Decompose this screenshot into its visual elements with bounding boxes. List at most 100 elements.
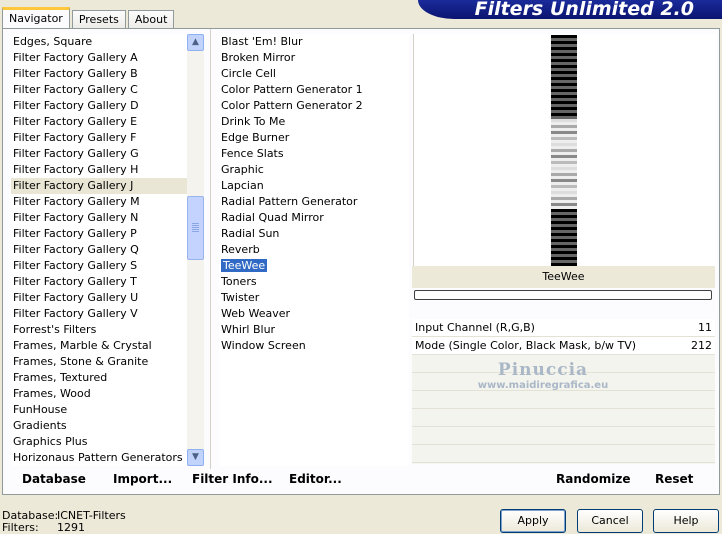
filter-item[interactable]: Circle Cell: [219, 66, 409, 82]
param-row-empty: [412, 409, 715, 427]
preview-filter-name: TeeWee: [412, 266, 715, 288]
filter-item-label: Radial Quad Mirror: [221, 211, 324, 224]
navigator-panel: Edges, Square Filter Factory Gallery A Fil…: [2, 28, 720, 495]
filters-count: 1291: [57, 521, 85, 534]
param-row[interactable]: Mode (Single Color, Black Mask, b/w TV) …: [412, 337, 715, 355]
filter-item[interactable]: Radial Sun: [219, 226, 409, 242]
cancel-button[interactable]: Cancel: [577, 509, 643, 533]
divider: [210, 29, 211, 469]
filter-item-label: Twister: [221, 291, 260, 304]
filter-item[interactable]: Web Weaver: [219, 306, 409, 322]
import-button[interactable]: Import...: [113, 472, 172, 486]
filter-item-label: Radial Sun: [221, 227, 280, 240]
category-list[interactable]: Edges, Square Filter Factory Gallery A Fil…: [11, 34, 187, 466]
category-item[interactable]: Gradients: [11, 418, 187, 434]
tab-about[interactable]: About: [127, 10, 175, 29]
help-button[interactable]: Help: [653, 509, 719, 533]
filter-item-label: Radial Pattern Generator: [221, 195, 358, 208]
filter-item-label: Drink To Me: [221, 115, 286, 128]
category-item[interactable]: Horizonaus Pattern Generators: [11, 450, 187, 466]
param-row[interactable]: Input Channel (R,G,B) 11: [412, 319, 715, 337]
reset-button[interactable]: Reset: [655, 472, 693, 486]
filter-item[interactable]: TeeWee: [219, 258, 409, 274]
category-item[interactable]: Graphics Plus: [11, 434, 187, 450]
filter-item-label: Color Pattern Generator 1: [221, 83, 363, 96]
scroll-thumb[interactable]: [187, 196, 204, 260]
category-item[interactable]: Filter Factory Gallery F: [11, 130, 187, 146]
filter-item[interactable]: Fence Slats: [219, 146, 409, 162]
filter-item-label: Edge Burner: [221, 131, 290, 144]
filter-item[interactable]: Twister: [219, 290, 409, 306]
filter-item[interactable]: Whirl Blur: [219, 322, 409, 338]
scroll-down-button[interactable]: ▼: [187, 449, 204, 466]
filter-item[interactable]: Broken Mirror: [219, 50, 409, 66]
category-item[interactable]: Filter Factory Gallery V: [11, 306, 187, 322]
tab-strip: Navigator Presets About: [2, 7, 176, 29]
param-value: 212: [691, 339, 712, 352]
category-item[interactable]: Filter Factory Gallery T: [11, 274, 187, 290]
apply-button[interactable]: Apply: [500, 509, 566, 533]
tab-presets[interactable]: Presets: [71, 10, 126, 29]
filter-item-label: Lapcian: [221, 179, 264, 192]
category-item[interactable]: FunHouse: [11, 402, 187, 418]
category-item[interactable]: Filter Factory Gallery H: [11, 162, 187, 178]
category-item[interactable]: Frames, Wood: [11, 386, 187, 402]
filter-item-label: Reverb: [221, 243, 260, 256]
param-label: Mode (Single Color, Black Mask, b/w TV): [415, 339, 637, 352]
filter-item[interactable]: Lapcian: [219, 178, 409, 194]
category-item[interactable]: Filter Factory Gallery P: [11, 226, 187, 242]
filter-info-button[interactable]: Filter Info...: [192, 472, 273, 486]
filter-item-label: Blast 'Em! Blur: [221, 35, 303, 48]
filter-item[interactable]: Window Screen: [219, 338, 409, 354]
filter-item[interactable]: Blast 'Em! Blur: [219, 34, 409, 50]
category-item[interactable]: Filter Factory Gallery Q: [11, 242, 187, 258]
filter-item[interactable]: Radial Pattern Generator: [219, 194, 409, 210]
category-item[interactable]: Frames, Stone & Granite: [11, 354, 187, 370]
category-item[interactable]: Frames, Marble & Crystal: [11, 338, 187, 354]
category-item[interactable]: Forrest's Filters: [11, 322, 187, 338]
category-item[interactable]: Filter Factory Gallery M: [11, 194, 187, 210]
category-item[interactable]: Filter Factory Gallery U: [11, 290, 187, 306]
param-label: Input Channel (R,G,B): [415, 321, 535, 334]
param-value: 11: [698, 321, 712, 334]
filter-item[interactable]: Graphic: [219, 162, 409, 178]
category-item[interactable]: Filter Factory Gallery E: [11, 114, 187, 130]
filter-item-label: Circle Cell: [221, 67, 276, 80]
app-title-banner: Filters Unlimited 2.0: [418, 0, 722, 19]
filter-item[interactable]: Reverb: [219, 242, 409, 258]
filter-item[interactable]: Color Pattern Generator 1: [219, 82, 409, 98]
category-item[interactable]: Filter Factory Gallery A: [11, 50, 187, 66]
filter-item[interactable]: Color Pattern Generator 2: [219, 98, 409, 114]
category-item[interactable]: Filter Factory Gallery J: [11, 178, 187, 194]
database-button[interactable]: Database: [22, 472, 86, 486]
watermark-name: Pinuccia: [497, 360, 589, 380]
filter-item-label: Graphic: [221, 163, 264, 176]
filter-item[interactable]: Toners: [219, 274, 409, 290]
category-item[interactable]: Filter Factory Gallery C: [11, 82, 187, 98]
preview-image: [551, 35, 577, 267]
scroll-up-button[interactable]: ▲: [187, 34, 204, 51]
filter-item[interactable]: Drink To Me: [219, 114, 409, 130]
tab-navigator[interactable]: Navigator: [2, 7, 70, 29]
randomize-button[interactable]: Randomize: [556, 472, 630, 486]
filter-list[interactable]: Blast 'Em! Blur Broken Mirror Circle Cell C…: [219, 34, 409, 466]
watermark-url: www.maidiregrafica.eu: [477, 380, 609, 391]
category-item[interactable]: Filter Factory Gallery B: [11, 66, 187, 82]
filter-item-label: Toners: [221, 275, 257, 288]
param-row-empty: [412, 427, 715, 445]
category-item[interactable]: Frames, Textured: [11, 370, 187, 386]
category-item[interactable]: Filter Factory Gallery G: [11, 146, 187, 162]
filter-item-label: Window Screen: [221, 339, 306, 352]
category-item[interactable]: Edges, Square: [11, 34, 187, 50]
param-row-empty: [412, 391, 715, 409]
category-item[interactable]: Filter Factory Gallery S: [11, 258, 187, 274]
filter-item[interactable]: Edge Burner: [219, 130, 409, 146]
filter-item-label: Whirl Blur: [221, 323, 276, 336]
category-scrollbar[interactable]: ▲ ▼: [187, 34, 204, 466]
param-row-empty: [412, 445, 715, 463]
filter-item[interactable]: Radial Quad Mirror: [219, 210, 409, 226]
filters-info: Filters: 1291: [2, 522, 85, 534]
category-item[interactable]: Filter Factory Gallery D: [11, 98, 187, 114]
editor-button[interactable]: Editor...: [289, 472, 342, 486]
category-item[interactable]: Filter Factory Gallery N: [11, 210, 187, 226]
